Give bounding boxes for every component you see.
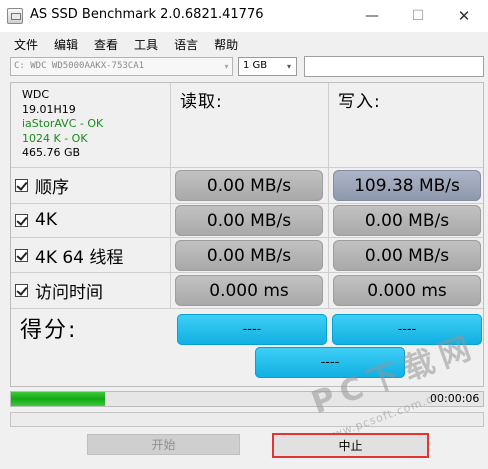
alignment-status: 1024 K - OK	[22, 131, 88, 145]
menu-language[interactable]: 语言	[166, 33, 206, 55]
row-seq-label[interactable]: 顺序	[15, 170, 69, 200]
menu-file[interactable]: 文件	[6, 33, 46, 55]
row-label-text: 访问时间	[35, 282, 103, 303]
4k-write-result: 0.00 MB/s	[333, 205, 481, 236]
minimize-button[interactable]: —	[349, 0, 395, 32]
drive-model: WDC	[22, 88, 50, 101]
menu-help[interactable]: 帮助	[206, 33, 246, 55]
row-divider	[11, 167, 483, 168]
read-column-header: 读取:	[180, 92, 223, 112]
drive-firmware: 19.01H19	[22, 102, 76, 116]
access-write-result: 0.000 ms	[333, 275, 481, 306]
row-divider	[11, 203, 483, 204]
chevron-down-icon[interactable]: ▾	[221, 58, 232, 75]
drive-info: WDC 19.01H19 iaStorAVC - OK 1024 K - OK …	[22, 88, 103, 161]
app-icon	[7, 8, 23, 24]
seq-write-result: 109.38 MB/s	[333, 170, 481, 201]
row-divider	[11, 308, 483, 309]
row-label-text: 4K	[35, 210, 57, 230]
write-column-header: 写入:	[338, 92, 381, 112]
4k64-write-result: 0.00 MB/s	[333, 240, 481, 271]
checkbox-checked-icon[interactable]	[15, 178, 28, 192]
menu-tools[interactable]: 工具	[126, 33, 166, 55]
access-read-result: 0.000 ms	[175, 275, 323, 306]
chevron-down-icon[interactable]: ▾	[283, 58, 295, 75]
drive-select[interactable]: C: WDC WD5000AAKX-753CA1	[10, 57, 233, 76]
column-divider	[328, 83, 329, 309]
checkbox-checked-icon[interactable]	[15, 213, 28, 227]
start-button[interactable]: 开始	[87, 434, 240, 455]
seq-read-result: 0.00 MB/s	[175, 170, 323, 201]
row-label-text: 4K 64 线程	[35, 247, 124, 268]
read-score: ----	[177, 314, 327, 345]
row-4k64-label[interactable]: 4K 64 线程	[15, 240, 123, 270]
menu-view[interactable]: 查看	[86, 33, 126, 55]
column-divider	[170, 83, 171, 309]
checkbox-checked-icon[interactable]	[15, 248, 28, 262]
row-4k-label[interactable]: 4K	[15, 205, 57, 235]
row-label-text: 顺序	[35, 177, 69, 198]
checkbox-checked-icon[interactable]	[15, 283, 28, 297]
window-title: AS SSD Benchmark 2.0.6821.41776	[30, 7, 264, 22]
4k-read-result: 0.00 MB/s	[175, 205, 323, 236]
score-label: 得分:	[20, 318, 78, 343]
4k64-read-result: 0.00 MB/s	[175, 240, 323, 271]
menu-bar: 文件 编辑 查看 工具 语言 帮助	[0, 33, 488, 55]
abort-button[interactable]: 中止	[272, 433, 429, 458]
driver-status: iaStorAVC - OK	[22, 117, 104, 130]
row-access-label[interactable]: 访问时间	[15, 275, 103, 305]
name-input[interactable]	[304, 56, 484, 77]
drive-capacity: 465.76 GB	[22, 146, 81, 159]
progress-fill	[11, 392, 105, 406]
row-divider	[11, 237, 483, 238]
maximize-button[interactable]: ☐	[395, 0, 441, 32]
close-button[interactable]: ✕	[441, 0, 487, 32]
row-divider	[11, 272, 483, 273]
status-strip	[10, 412, 484, 427]
menu-edit[interactable]: 编辑	[46, 33, 86, 55]
